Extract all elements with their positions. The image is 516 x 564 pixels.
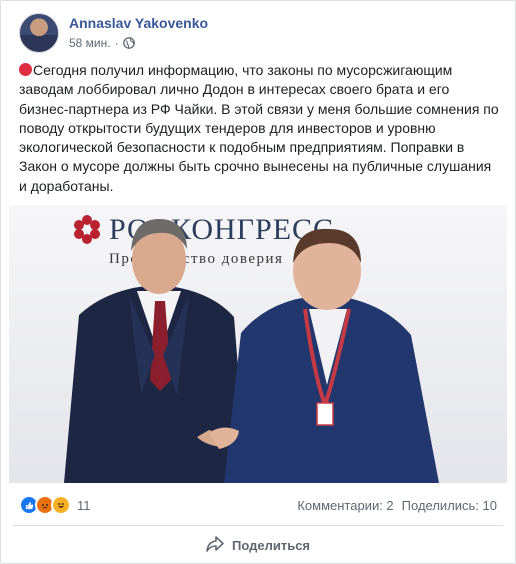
globe-icon[interactable] [122,37,135,49]
engagement-counts: Комментарии: 2 Поделились: 10 [289,498,497,513]
reactions-summary[interactable]: 11 [19,495,91,515]
meta-separator: · [114,36,119,50]
post-body: Сегодня получил информацию, что законы п… [19,61,499,196]
post-photo[interactable]: РОСКОНГРЕСС Пространство доверия [9,205,507,483]
footer-divider [13,525,503,526]
post-meta: 58 мин. · [69,36,135,50]
shares-count[interactable]: Поделились: 10 [402,498,497,513]
reaction-count: 11 [77,497,91,513]
post-timestamp[interactable]: 58 мин. [69,36,111,50]
share-button[interactable]: Поделиться [13,530,503,560]
red-circle-icon [19,63,32,76]
haha-icon [51,495,71,515]
post-card: Annaslav Yakovenko 58 мин. · Сегодня пол… [0,0,516,564]
post-text: Сегодня получил информацию, что законы п… [19,62,499,194]
comments-count[interactable]: Комментарии: 2 [297,498,393,513]
share-arrow-icon [206,535,224,555]
avatar[interactable] [19,13,59,53]
share-label: Поделиться [231,537,311,553]
author-name[interactable]: Annaslav Yakovenko [69,15,208,31]
